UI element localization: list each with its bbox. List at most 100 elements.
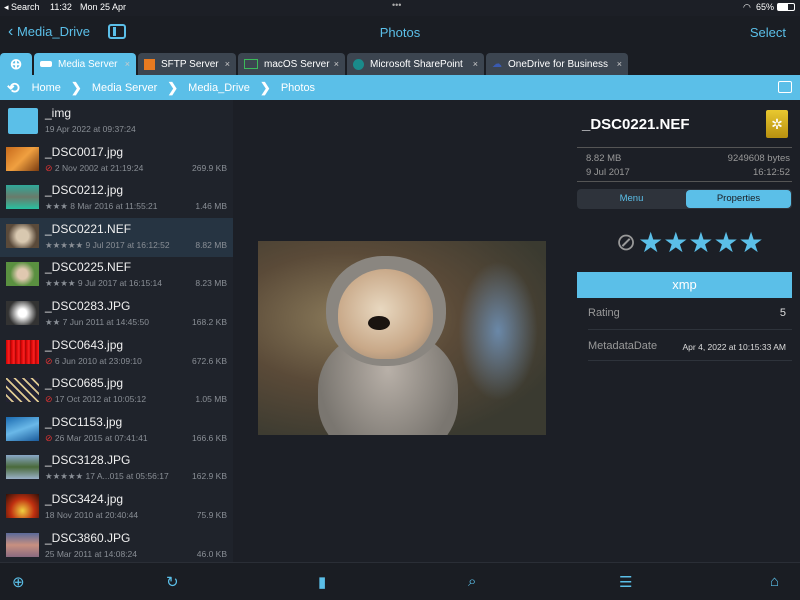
monitor-icon — [244, 59, 258, 69]
bookmark-icon[interactable]: ▮ — [318, 573, 326, 591]
segment-properties[interactable]: Properties — [686, 190, 791, 208]
breadcrumb-home[interactable]: Home — [32, 82, 61, 94]
battery-icon — [777, 3, 795, 11]
back-to-search[interactable]: ◂ Search — [4, 2, 40, 13]
chevron-right-icon: ❯ — [259, 79, 271, 95]
file-row[interactable]: _DSC3424.jpg 18 Nov 2010 at 20:40:44 75.… — [0, 488, 233, 527]
file-meta: ★★★★★ 17 A...015 at 05:56:17 — [45, 471, 169, 482]
file-name: _DSC3128.JPG — [45, 453, 131, 468]
close-tab-icon[interactable]: × — [617, 59, 622, 69]
star-icon[interactable]: ★ — [663, 228, 688, 257]
details-panel: _DSC0221.NEF ✲ 8.82 MB 9249608 bytes 9 J… — [570, 100, 800, 562]
nav-bar: ‹ Media_Drive Photos Select — [0, 16, 800, 52]
tab-onedrive-business[interactable]: ☁ OneDrive for Business × — [486, 53, 628, 75]
file-row[interactable]: _DSC0643.jpg ⊘ 6 Jun 2010 at 23:09:10 67… — [0, 334, 233, 373]
plus-circle-icon: ⊕ — [9, 56, 23, 73]
file-row[interactable]: _DSC0225.NEF ★★★★ 9 Jul 2017 at 16:15:14… — [0, 256, 233, 295]
back-button[interactable]: ‹ Media_Drive — [8, 23, 90, 41]
file-size: 166.6 KB — [192, 432, 227, 443]
back-label: Media_Drive — [16, 24, 90, 39]
tab-media-server[interactable]: Media Server × — [34, 53, 136, 75]
bottom-toolbar: ⊕ ↻ ▮ ⌕ ☰ ⌂ — [0, 562, 800, 600]
file-name: _DSC3860.JPG — [45, 530, 131, 545]
sidebar-toggle-icon[interactable] — [108, 24, 126, 39]
breadcrumb-media-drive[interactable]: Media_Drive — [188, 82, 250, 94]
breadcrumb-photos: Photos — [280, 81, 316, 94]
preview-toggle-icon[interactable] — [778, 81, 792, 93]
wifi-icon: ◠ — [743, 2, 751, 12]
file-date: 25 Mar 2011 at 14:08:24 — [45, 548, 137, 559]
search-icon[interactable]: ⌕ — [468, 573, 476, 590]
file-thumbnail — [6, 416, 39, 441]
file-size: 1.46 MB — [195, 201, 227, 212]
nef-file-icon: ✲ — [766, 110, 788, 138]
prop-value: Apr 4, 2022 at 10:15:33 AM — [682, 342, 787, 352]
file-row[interactable]: _DSC1153.jpg ⊘ 26 Mar 2015 at 07:41:41 1… — [0, 411, 233, 450]
file-thumbnail — [6, 455, 39, 480]
file-name: _DSC0221.NEF — [45, 221, 132, 236]
tab-microsoft-sharepoint[interactable]: Microsoft SharePoint × — [347, 53, 484, 75]
file-row[interactable]: _DSC3128.JPG ★★★★★ 17 A...015 at 05:56:1… — [0, 449, 233, 488]
star-icon[interactable]: ★ — [713, 228, 738, 257]
no-rating-icon: ⊘ — [45, 355, 53, 366]
detail-bytes: 9249608 bytes — [727, 153, 790, 164]
chevron-right-icon: ❯ — [167, 79, 179, 95]
close-tab-icon[interactable]: × — [225, 59, 230, 69]
file-row[interactable]: _DSC0221.NEF ★★★★★ 9 Jul 2017 at 16:12:5… — [0, 217, 233, 257]
file-date: 17 Oct 2012 at 10:05:12 — [54, 394, 147, 405]
file-thumbnail — [6, 301, 39, 325]
segment-menu[interactable]: Menu — [577, 193, 686, 204]
file-row[interactable]: _DSC0685.jpg ⊘ 17 Oct 2012 at 10:05:12 1… — [0, 372, 233, 411]
file-row[interactable]: _DSC0283.JPG ★★ 7 Jun 2011 at 14:45:50 1… — [0, 295, 233, 334]
file-size: 672.6 KB — [192, 355, 227, 366]
rating-stars: ★★★★★ — [45, 239, 84, 250]
close-tab-icon[interactable]: × — [125, 59, 130, 69]
star-icon[interactable]: ★ — [739, 228, 764, 257]
star-icon[interactable]: ★ — [688, 228, 713, 257]
file-size: 46.0 KB — [196, 548, 227, 559]
multitask-dots[interactable]: ••• — [392, 0, 401, 10]
breadcrumb-media-server[interactable]: Media Server — [92, 82, 157, 94]
file-date: 26 Mar 2015 at 07:41:41 — [54, 432, 148, 443]
star-icon[interactable]: ★ — [638, 228, 663, 257]
home-icon[interactable]: ⌂ — [770, 573, 779, 590]
file-row[interactable]: _DSC0017.jpg ⊘ 2 Nov 2002 at 21:19:24 26… — [0, 141, 233, 180]
tab-sftp-server[interactable]: SFTP Server × — [138, 53, 236, 75]
tab-label: Microsoft SharePoint — [370, 58, 463, 70]
file-row[interactable]: _DSC3860.JPG 25 Mar 2011 at 14:08:24 46.… — [0, 527, 233, 562]
file-row[interactable]: _DSC0212.jpg ★★★ 8 Mar 2016 at 11:55:21 … — [0, 179, 233, 218]
tab-label: macOS Server — [264, 58, 330, 70]
rating-stars: ★★★★★ — [45, 471, 84, 482]
history-icon[interactable]: ⟲ — [7, 79, 20, 97]
status-date: Mon 25 Apr — [80, 2, 127, 12]
file-thumbnail — [6, 185, 39, 210]
select-button[interactable]: Select — [750, 25, 786, 40]
file-date: 18 Nov 2010 at 20:40:44 — [45, 510, 139, 520]
close-tab-icon[interactable]: × — [334, 59, 339, 69]
tab-label: OneDrive for Business — [508, 58, 609, 70]
onedrive-icon: ☁ — [492, 58, 502, 70]
file-meta: ★★★ 8 Mar 2016 at 11:55:21 — [45, 201, 158, 212]
close-tab-icon[interactable]: × — [473, 59, 478, 69]
no-rating-icon[interactable]: ⊘ — [616, 228, 636, 257]
file-name: _DSC3424.jpg — [45, 492, 124, 506]
file-meta: ⊘ 17 Oct 2012 at 10:05:12 — [45, 394, 146, 405]
file-size: 8.82 MB — [195, 239, 227, 250]
sort-icon[interactable]: ☰ — [619, 573, 632, 591]
refresh-icon[interactable]: ↻ — [166, 573, 179, 591]
file-date: 7 Jun 2011 at 14:45:50 — [62, 317, 149, 327]
prop-value: 5 — [779, 307, 786, 319]
add-icon[interactable]: ⊕ — [12, 573, 25, 591]
file-row[interactable]: _img 19 Apr 2022 at 09:37:24 — [0, 102, 233, 141]
folder-icon — [8, 108, 38, 134]
add-tab-button[interactable]: ⊕ — [0, 53, 32, 75]
tab-bar: ⊕ Media Server × SFTP Server × macOS Serve… — [0, 52, 800, 76]
file-size: 168.2 KB — [192, 317, 227, 327]
photo-preview[interactable] — [258, 241, 546, 435]
file-size: 162.9 KB — [192, 471, 227, 482]
chevron-left-icon: ‹ — [8, 23, 14, 40]
tab-macos-server[interactable]: macOS Server × — [238, 53, 345, 75]
file-size: 1.05 MB — [195, 394, 227, 405]
file-meta: ⊘ 26 Mar 2015 at 07:41:41 — [45, 433, 148, 444]
file-list[interactable]: _img 19 Apr 2022 at 09:37:24 _DSC0017.jp… — [0, 100, 233, 562]
